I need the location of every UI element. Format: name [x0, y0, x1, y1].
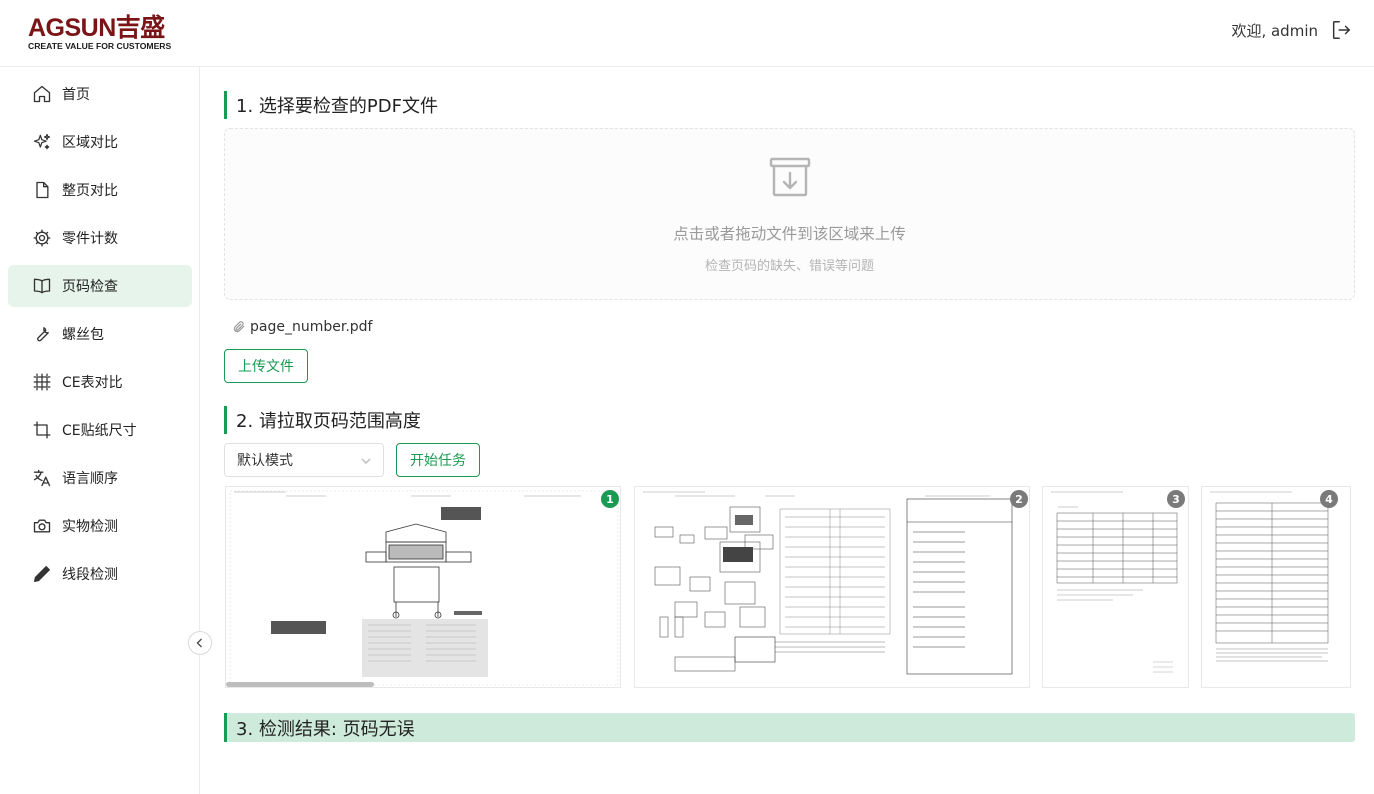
step2-title: 2. 请拉取页码范围高度: [224, 406, 421, 434]
sidebar-item-label: 零件计数: [62, 231, 118, 247]
sidebar-item-page-compare[interactable]: 整页对比: [8, 169, 192, 211]
welcome-text: 欢迎, admin: [1231, 21, 1318, 40]
mode-select[interactable]: 默认模式: [224, 443, 384, 477]
sidebar-item-label: 区域对比: [62, 135, 118, 151]
main-content: 1. 选择要检查的PDF文件 点击或者拖动文件到该区域来上传 检查页码的缺失、错…: [200, 67, 1374, 794]
top-header: AGSUN吉盛 CREATE VALUE FOR CUSTOMERS 欢迎, a…: [0, 0, 1374, 67]
wrench-icon: [32, 324, 52, 344]
page-thumbnail[interactable]: 3: [1042, 486, 1189, 688]
home-icon: [32, 84, 52, 104]
page-thumbnail[interactable]: 4: [1201, 486, 1351, 688]
grid-icon: [32, 372, 52, 392]
page-preview-image: [643, 491, 1013, 675]
sidebar-item-label: CE表对比: [62, 375, 123, 391]
page-thumbnail[interactable]: 1: [225, 486, 621, 688]
sidebar-item-label: 首页: [62, 87, 90, 103]
crop-icon: [32, 420, 52, 440]
company-logo[interactable]: AGSUN吉盛 CREATE VALUE FOR CUSTOMERS: [28, 16, 178, 52]
page-preview-image: [1051, 491, 1178, 673]
dropzone-text: 点击或者拖动文件到该区域来上传: [673, 225, 906, 243]
page-preview-image: [1210, 491, 1329, 662]
gear-icon: [32, 228, 52, 248]
page-number-badge: 4: [1320, 490, 1338, 508]
sidebar: 首页 区域对比 整页对比 零件计数 页码检查 螺丝包 CE表对比 CE贴纸尺寸 …: [0, 67, 200, 794]
mode-select-value: 默认模式: [237, 453, 293, 469]
file-icon: [32, 180, 52, 200]
sidebar-item-line-detect[interactable]: 线段检测: [8, 553, 192, 595]
pen-icon: [32, 564, 52, 584]
page-number-badge: 2: [1010, 490, 1028, 508]
paperclip-icon: [233, 321, 245, 333]
sidebar-item-part-count[interactable]: 零件计数: [8, 217, 192, 259]
sidebar-item-label: CE贴纸尺寸: [62, 423, 137, 439]
logout-icon[interactable]: [1330, 19, 1352, 41]
upload-file-button[interactable]: 上传文件: [224, 349, 308, 383]
sidebar-item-label: 语言顺序: [62, 471, 118, 487]
horizontal-scrollbar[interactable]: [226, 682, 374, 687]
inbox-download-icon: [769, 157, 811, 197]
dropzone-hint: 检查页码的缺失、错误等问题: [704, 259, 874, 274]
start-task-button[interactable]: 开始任务: [396, 443, 480, 477]
sidebar-item-page-number-check[interactable]: 页码检查: [8, 265, 192, 307]
logo-slogan: CREATE VALUE FOR CUSTOMERS: [28, 41, 172, 51]
sidebar-item-physical-check[interactable]: 实物检测: [8, 505, 192, 547]
sidebar-item-label: 整页对比: [62, 183, 118, 199]
sparkle-icon: [32, 132, 52, 152]
page-number-badge: 3: [1167, 490, 1185, 508]
result-banner: 3. 检测结果: 页码无误: [224, 713, 1355, 742]
page-thumbnail[interactable]: 2: [634, 486, 1030, 688]
sidebar-item-label: 实物检测: [62, 519, 118, 535]
sidebar-item-label: 页码检查: [62, 279, 118, 295]
translate-icon: [32, 468, 52, 488]
page-preview-image: [229, 490, 619, 686]
uploaded-file[interactable]: page_number.pdf: [232, 319, 372, 335]
page-number-badge: 1: [601, 490, 619, 508]
camera-icon: [32, 516, 52, 536]
file-name: page_number.pdf: [250, 319, 373, 335]
sidebar-item-label: 线段检测: [62, 567, 118, 583]
sidebar-item-label: 螺丝包: [62, 327, 104, 343]
sidebar-item-language-order[interactable]: 语言顺序: [8, 457, 192, 499]
page-preview-strip[interactable]: 1 2 3 4: [224, 485, 1355, 689]
book-icon: [32, 276, 52, 296]
sidebar-item-ce-table-compare[interactable]: CE表对比: [8, 361, 192, 403]
sidebar-item-home[interactable]: 首页: [8, 73, 192, 115]
step1-title: 1. 选择要检查的PDF文件: [224, 91, 438, 119]
sidebar-item-region-compare[interactable]: 区域对比: [8, 121, 192, 163]
sidebar-item-ce-sticker-size[interactable]: CE贴纸尺寸: [8, 409, 192, 451]
chevron-down-icon: [361, 458, 371, 464]
user-area: 欢迎, admin: [1231, 18, 1352, 42]
upload-dropzone[interactable]: 点击或者拖动文件到该区域来上传 检查页码的缺失、错误等问题: [224, 128, 1355, 300]
logo-text: AGSUN吉盛: [28, 14, 165, 42]
sidebar-item-screw-pack[interactable]: 螺丝包: [8, 313, 192, 355]
